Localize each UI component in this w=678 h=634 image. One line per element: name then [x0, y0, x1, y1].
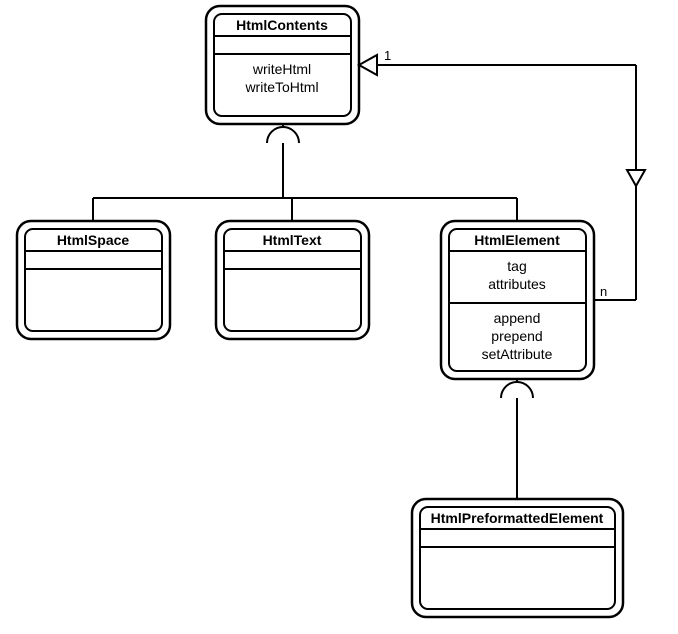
association-element-to-contents: 1 n [359, 48, 645, 300]
class-title: HtmlContents [236, 17, 328, 33]
class-title: HtmlElement [474, 232, 560, 248]
class-method: prepend [491, 328, 542, 344]
class-method: append [494, 310, 541, 326]
class-method: writeToHtml [244, 79, 318, 95]
multiplicity-label: 1 [384, 48, 391, 63]
generalization-arc-htmlelement [501, 379, 533, 499]
class-htmlpreformattedelement: HtmlPreformattedElement [412, 499, 623, 617]
class-htmlelement: HtmlElement tag attributes append prepen… [441, 221, 594, 379]
class-htmlcontents: HtmlContents writeHtml writeToHtml [206, 6, 359, 124]
class-htmltext: HtmlText [216, 221, 369, 339]
class-attr: attributes [488, 276, 546, 292]
class-title: HtmlSpace [57, 232, 130, 248]
class-title: HtmlPreformattedElement [431, 510, 604, 526]
multiplicity-label: n [600, 284, 607, 299]
generalization-arc-htmlcontents [93, 124, 517, 221]
class-htmlspace: HtmlSpace [17, 221, 170, 339]
class-method: setAttribute [482, 346, 553, 362]
class-method: writeHtml [252, 61, 311, 77]
class-title: HtmlText [263, 232, 322, 248]
hollow-arrowhead-icon [359, 55, 377, 75]
class-attr: tag [507, 258, 526, 274]
open-arrowhead-icon [627, 170, 645, 186]
